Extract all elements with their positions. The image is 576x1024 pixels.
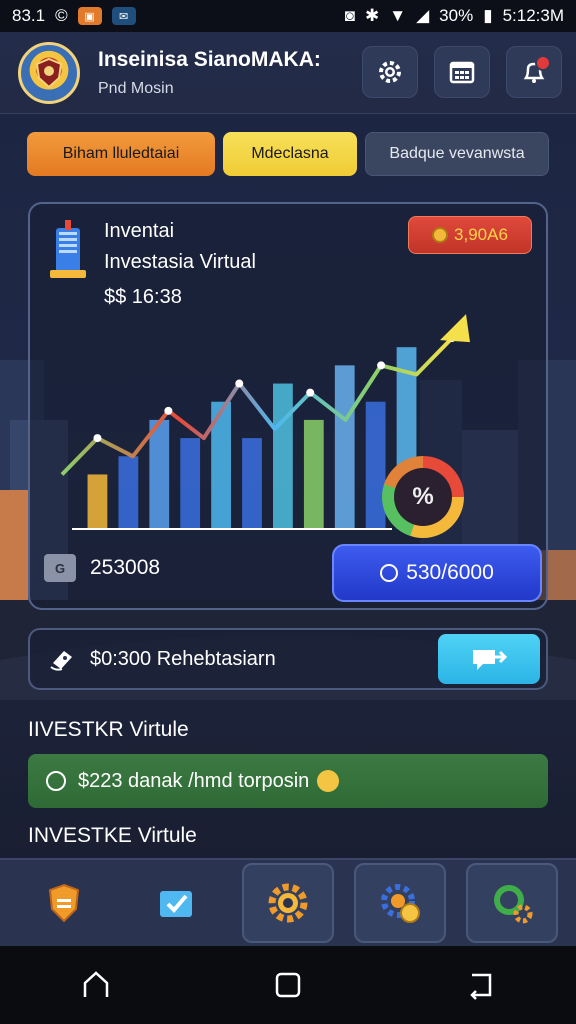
chart-bar bbox=[180, 438, 201, 529]
nav-settings[interactable] bbox=[242, 863, 334, 943]
chart-bar bbox=[303, 419, 324, 529]
chart-bar bbox=[87, 474, 108, 529]
tab-third[interactable]: Badque vevanwsta bbox=[365, 132, 549, 176]
gear-icon bbox=[379, 61, 401, 83]
nav-tasks[interactable] bbox=[130, 863, 222, 943]
section-title-second: INVESTKE Virtule bbox=[28, 824, 197, 847]
tab-first[interactable]: Biham lluledtaiai bbox=[27, 132, 215, 176]
card-subtitle: Investasia Virtual bbox=[104, 251, 256, 273]
investment-chart bbox=[60, 314, 470, 530]
smile-icon bbox=[317, 770, 340, 792]
notifications-button[interactable] bbox=[506, 46, 562, 98]
send-arrow-icon bbox=[473, 650, 508, 670]
section-title-first: IIVESTKR Virtule bbox=[28, 718, 189, 741]
wifi-icon: ▼ bbox=[389, 6, 407, 25]
system-navigation-bar bbox=[0, 946, 576, 1024]
gain-badge-value: 3,90A6 bbox=[454, 225, 508, 244]
coin-icon bbox=[432, 227, 449, 243]
tab-second[interactable]: Mdeclasna bbox=[223, 132, 357, 176]
card-text: Inventai Investasia Virtual $$ 16:38 bbox=[104, 220, 256, 309]
chart-point bbox=[377, 361, 386, 370]
card-footer-value: 253008 bbox=[90, 556, 161, 579]
percent-icon: % bbox=[394, 468, 452, 526]
header-actions bbox=[362, 46, 562, 98]
chart-point bbox=[164, 406, 173, 415]
chart-point bbox=[306, 388, 315, 397]
percentage-gauge[interactable]: % bbox=[382, 456, 464, 538]
chart-arrowhead bbox=[440, 314, 470, 343]
chart-bar bbox=[118, 456, 139, 529]
card-title: Inventai bbox=[104, 220, 175, 242]
orange-gear-icon bbox=[268, 883, 308, 923]
card-header: Inventai Investasia Virtual $$ 16:38 bbox=[50, 220, 256, 309]
app-notification-icon: ▣ bbox=[77, 7, 102, 25]
status-bar: 83.1 © ▣ ✉ ◙ ✱ ▼ ◢ 30% ▮ 5:12:3M bbox=[0, 0, 576, 32]
chart-bar bbox=[273, 383, 293, 529]
status-right: ◙ ✱ ▼ ◢ 30% ▮ 5:12:3M bbox=[345, 6, 564, 26]
promo-text: $223 danak /hmd torposin bbox=[78, 769, 310, 792]
card-footer: G 253008 bbox=[44, 554, 160, 582]
chart-point bbox=[93, 434, 102, 443]
balance-button[interactable]: 530/6000 bbox=[332, 544, 542, 602]
back-icon[interactable] bbox=[464, 969, 496, 1001]
promo-banner[interactable]: $223 danak /hmd torposin bbox=[28, 754, 548, 808]
chart-bar bbox=[242, 438, 262, 529]
app-subtitle: Pnd Mosin bbox=[98, 79, 174, 97]
nav-tools[interactable] bbox=[354, 863, 446, 943]
home-icon[interactable] bbox=[80, 969, 112, 1001]
gain-badge: 3,90A6 bbox=[408, 216, 532, 254]
category-tabs: Biham lluledtaiai Mdeclasna Badque vevan… bbox=[27, 132, 549, 178]
gear-coin-icon bbox=[381, 884, 420, 923]
search-gear-icon bbox=[494, 885, 533, 924]
message-notification-icon: ✉ bbox=[111, 7, 136, 25]
calendar-icon bbox=[449, 61, 475, 84]
wallet-icon: G bbox=[44, 554, 76, 582]
nav-shield[interactable] bbox=[18, 863, 110, 943]
recent-apps-icon[interactable] bbox=[272, 969, 304, 1001]
investment-card: Inventai Investasia Virtual $$ 16:38 3,9… bbox=[28, 202, 548, 610]
signal-icon: ◢ bbox=[416, 6, 430, 25]
bottom-navigation bbox=[0, 858, 576, 946]
status-clock: 5:12:3M bbox=[502, 6, 564, 25]
header-text: Inseinisa SianoMAKA: Pnd Mosin bbox=[98, 48, 321, 98]
balance-icon bbox=[380, 564, 399, 582]
app-title: Inseinisa SianoMAKA: bbox=[98, 47, 321, 71]
chart-bar bbox=[149, 419, 170, 529]
balance-button-label: 530/6000 bbox=[406, 561, 494, 584]
checkmark-card-icon bbox=[160, 891, 192, 917]
shield-icon bbox=[48, 883, 80, 923]
battery-level: 30% bbox=[439, 6, 474, 25]
app-logo bbox=[18, 41, 80, 104]
nav-search[interactable] bbox=[466, 863, 558, 943]
notification-dot bbox=[535, 55, 551, 71]
chart-bar bbox=[334, 365, 355, 529]
transfer-row[interactable]: $0:300 Rehebtasiarn bbox=[28, 628, 548, 690]
chart-bar bbox=[365, 401, 386, 529]
status-left: 83.1 © ▣ ✉ bbox=[12, 6, 136, 26]
shield-emblem-icon bbox=[35, 57, 63, 88]
transfer-label: $0:300 Rehebtasiarn bbox=[90, 647, 276, 670]
bluetooth-icon: ✱ bbox=[365, 6, 380, 25]
app-header: Inseinisa SianoMAKA: Pnd Mosin bbox=[0, 32, 576, 114]
building-icon bbox=[50, 220, 86, 278]
money-transfer-icon bbox=[50, 651, 72, 671]
check-circle-icon bbox=[46, 771, 66, 791]
status-ring-icon: © bbox=[55, 6, 68, 25]
chart-point bbox=[235, 379, 244, 388]
settings-button[interactable] bbox=[362, 46, 418, 98]
battery-icon: ▮ bbox=[483, 6, 493, 25]
calendar-button[interactable] bbox=[434, 46, 490, 98]
camera-icon: ◙ bbox=[344, 6, 356, 25]
send-button[interactable] bbox=[438, 634, 540, 684]
status-time: 83.1 bbox=[12, 6, 46, 25]
